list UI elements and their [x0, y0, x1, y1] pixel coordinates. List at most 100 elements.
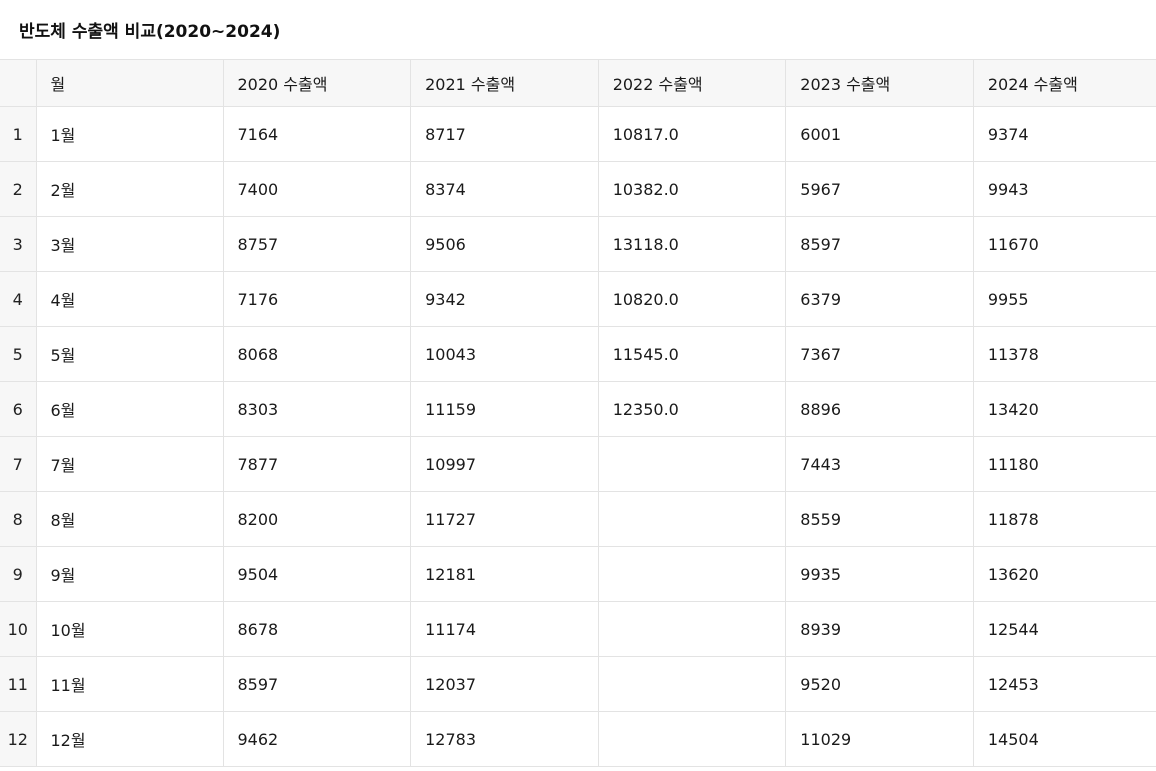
- cell-2022[interactable]: 11545.0: [597, 326, 787, 382]
- month-cell[interactable]: 4월: [35, 271, 224, 327]
- table-row: 3 3월 8757 9506 13118.0 8597 11670: [0, 216, 1156, 272]
- cell-2023[interactable]: 5967: [785, 161, 974, 217]
- page: 반도체 수출액 비교(2020~2024) 월 2020 수출액 2021 수출…: [0, 0, 1156, 771]
- cell-2023[interactable]: 8896: [785, 381, 974, 437]
- month-cell[interactable]: 8월: [35, 491, 224, 547]
- cell-2022[interactable]: [597, 656, 787, 712]
- cell-2024[interactable]: 12453: [972, 656, 1156, 712]
- cell-2021[interactable]: 9506: [410, 216, 599, 272]
- header-month[interactable]: 월: [35, 59, 224, 107]
- header-2024[interactable]: 2024 수출액: [972, 59, 1156, 107]
- cell-2020[interactable]: 7176: [222, 271, 412, 327]
- cell-2021[interactable]: 10043: [410, 326, 599, 382]
- cell-2021[interactable]: 8717: [410, 106, 599, 162]
- cell-2024[interactable]: 11878: [972, 491, 1156, 547]
- table-row: 4 4월 7176 9342 10820.0 6379 9955: [0, 271, 1156, 327]
- month-cell[interactable]: 5월: [35, 326, 224, 382]
- cell-2022[interactable]: [597, 491, 787, 547]
- row-index: 5: [0, 326, 37, 382]
- row-index: 1: [0, 106, 37, 162]
- row-index: 8: [0, 491, 37, 547]
- cell-2023[interactable]: 8597: [785, 216, 974, 272]
- cell-2023[interactable]: 7443: [785, 436, 974, 492]
- cell-2023[interactable]: 7367: [785, 326, 974, 382]
- cell-2020[interactable]: 9504: [222, 546, 412, 602]
- cell-2023[interactable]: 11029: [785, 711, 974, 767]
- cell-2021[interactable]: 11174: [410, 601, 599, 657]
- month-cell[interactable]: 12월: [35, 711, 224, 767]
- header-index: [0, 59, 37, 107]
- header-2021[interactable]: 2021 수출액: [410, 59, 599, 107]
- cell-2021[interactable]: 11727: [410, 491, 599, 547]
- month-cell[interactable]: 3월: [35, 216, 224, 272]
- table-row: 5 5월 8068 10043 11545.0 7367 11378: [0, 326, 1156, 382]
- row-index: 6: [0, 381, 37, 437]
- cell-2024[interactable]: 9374: [972, 106, 1156, 162]
- month-cell[interactable]: 11월: [35, 656, 224, 712]
- cell-2024[interactable]: 11670: [972, 216, 1156, 272]
- cell-2020[interactable]: 7400: [222, 161, 412, 217]
- cell-2021[interactable]: 11159: [410, 381, 599, 437]
- header-2022[interactable]: 2022 수출액: [597, 59, 787, 107]
- cell-2024[interactable]: 12544: [972, 601, 1156, 657]
- table-row: 2 2월 7400 8374 10382.0 5967 9943: [0, 161, 1156, 217]
- cell-2021[interactable]: 12037: [410, 656, 599, 712]
- header-2023[interactable]: 2023 수출액: [785, 59, 974, 107]
- cell-2020[interactable]: 8757: [222, 216, 412, 272]
- cell-2023[interactable]: 9935: [785, 546, 974, 602]
- cell-2021[interactable]: 12783: [410, 711, 599, 767]
- table-row: 1 1월 7164 8717 10817.0 6001 9374: [0, 106, 1156, 162]
- cell-2020[interactable]: 7877: [222, 436, 412, 492]
- cell-2021[interactable]: 8374: [410, 161, 599, 217]
- row-index: 9: [0, 546, 37, 602]
- cell-2020[interactable]: 8597: [222, 656, 412, 712]
- cell-2024[interactable]: 9955: [972, 271, 1156, 327]
- header-row: 월 2020 수출액 2021 수출액 2022 수출액 2023 수출액 20…: [0, 59, 1156, 107]
- table-row: 7 7월 7877 10997 7443 11180: [0, 436, 1156, 492]
- cell-2024[interactable]: 13620: [972, 546, 1156, 602]
- cell-2022[interactable]: [597, 546, 787, 602]
- table-row: 10 10월 8678 11174 8939 12544: [0, 601, 1156, 657]
- cell-2023[interactable]: 8559: [785, 491, 974, 547]
- month-cell[interactable]: 6월: [35, 381, 224, 437]
- cell-2023[interactable]: 6379: [785, 271, 974, 327]
- cell-2022[interactable]: [597, 601, 787, 657]
- cell-2022[interactable]: 13118.0: [597, 216, 787, 272]
- cell-2022[interactable]: 10817.0: [597, 106, 787, 162]
- table-row: 8 8월 8200 11727 8559 11878: [0, 491, 1156, 547]
- cell-2020[interactable]: 8678: [222, 601, 412, 657]
- table-row: 6 6월 8303 11159 12350.0 8896 13420: [0, 381, 1156, 437]
- row-index: 11: [0, 656, 37, 712]
- month-cell[interactable]: 7월: [35, 436, 224, 492]
- cell-2020[interactable]: 7164: [222, 106, 412, 162]
- cell-2022[interactable]: 10382.0: [597, 161, 787, 217]
- cell-2020[interactable]: 9462: [222, 711, 412, 767]
- cell-2023[interactable]: 9520: [785, 656, 974, 712]
- month-cell[interactable]: 1월: [35, 106, 224, 162]
- cell-2020[interactable]: 8303: [222, 381, 412, 437]
- cell-2023[interactable]: 6001: [785, 106, 974, 162]
- cell-2022[interactable]: [597, 711, 787, 767]
- cell-2024[interactable]: 13420: [972, 381, 1156, 437]
- table-row: 11 11월 8597 12037 9520 12453: [0, 656, 1156, 712]
- cell-2024[interactable]: 9943: [972, 161, 1156, 217]
- row-index: 4: [0, 271, 37, 327]
- cell-2021[interactable]: 12181: [410, 546, 599, 602]
- cell-2022[interactable]: [597, 436, 787, 492]
- cell-2020[interactable]: 8200: [222, 491, 412, 547]
- row-index: 3: [0, 216, 37, 272]
- header-2020[interactable]: 2020 수출액: [222, 59, 412, 107]
- month-cell[interactable]: 9월: [35, 546, 224, 602]
- cell-2022[interactable]: 10820.0: [597, 271, 787, 327]
- cell-2024[interactable]: 11378: [972, 326, 1156, 382]
- cell-2020[interactable]: 8068: [222, 326, 412, 382]
- page-title: 반도체 수출액 비교(2020~2024): [19, 22, 281, 42]
- cell-2023[interactable]: 8939: [785, 601, 974, 657]
- cell-2021[interactable]: 10997: [410, 436, 599, 492]
- month-cell[interactable]: 10월: [35, 601, 224, 657]
- cell-2021[interactable]: 9342: [410, 271, 599, 327]
- cell-2024[interactable]: 14504: [972, 711, 1156, 767]
- cell-2022[interactable]: 12350.0: [597, 381, 787, 437]
- cell-2024[interactable]: 11180: [972, 436, 1156, 492]
- month-cell[interactable]: 2월: [35, 161, 224, 217]
